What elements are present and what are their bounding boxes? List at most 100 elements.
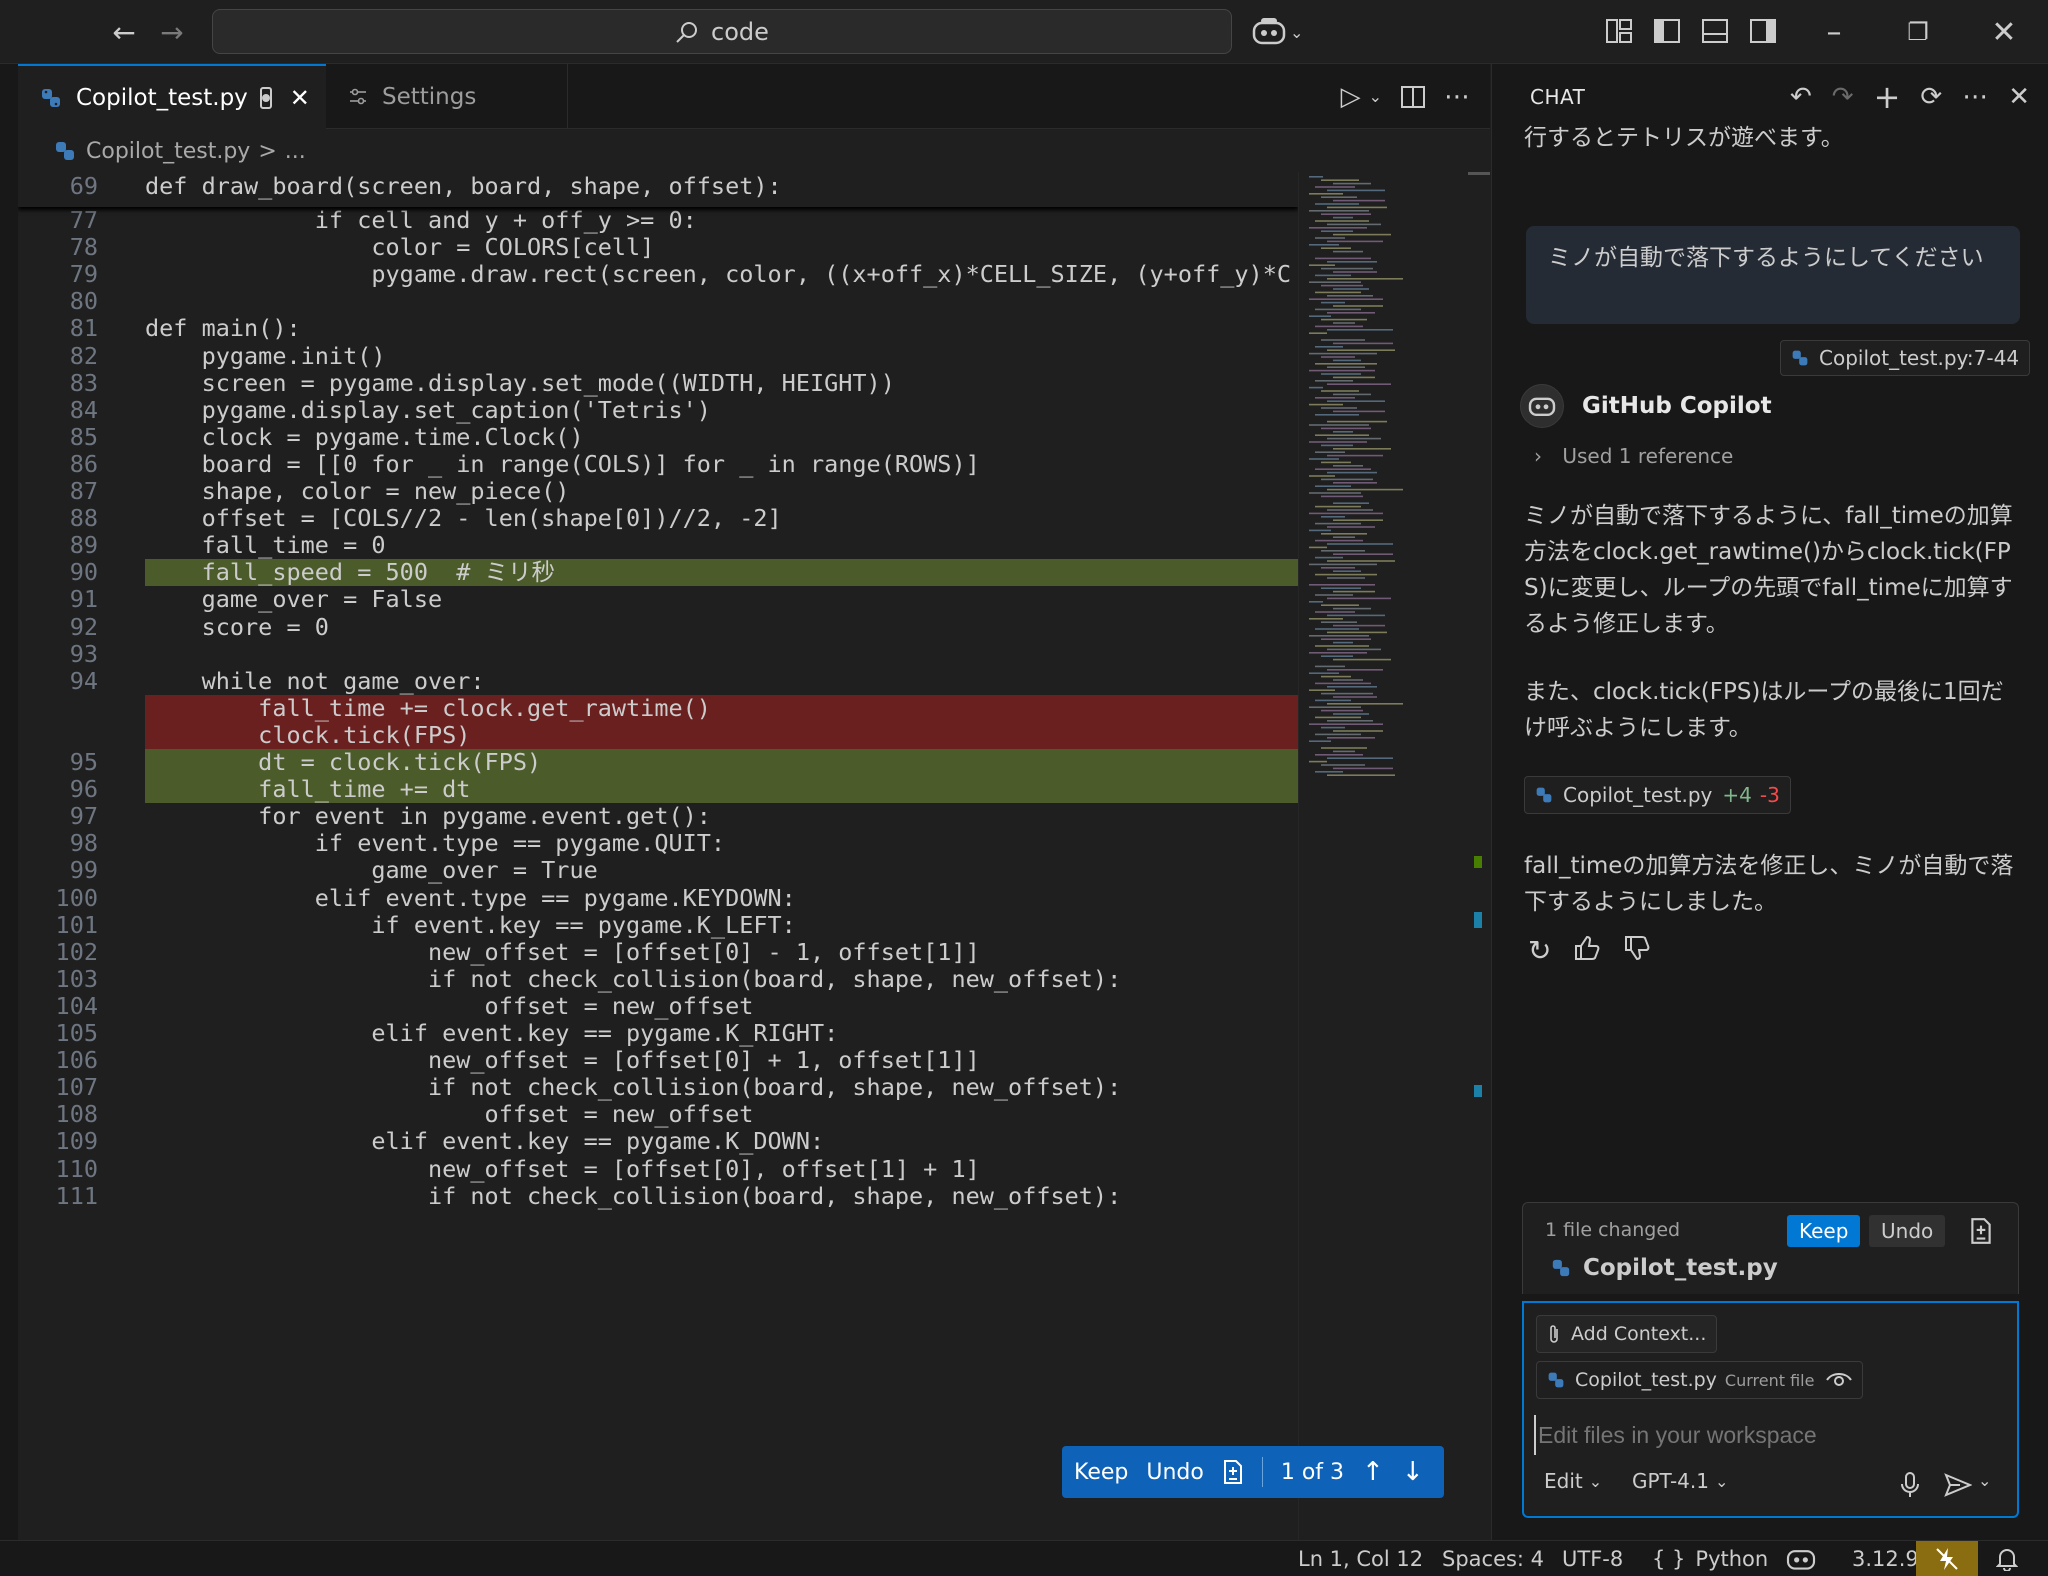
code-line[interactable]: 101 if event.key == pygame.K_LEFT: (18, 911, 1298, 939)
add-context-button[interactable]: Add Context... (1536, 1315, 1718, 1353)
split-editor-icon[interactable] (1400, 84, 1426, 110)
indentation[interactable]: Spaces: 4 (1442, 1541, 1544, 1576)
code-line[interactable]: 106 new_offset = [offset[0] + 1, offset[… (18, 1046, 1298, 1074)
code-line[interactable]: 96 fall_time += dt (18, 775, 1298, 804)
keep-all-button[interactable]: Keep (1787, 1215, 1861, 1247)
code-line[interactable]: 97 for event in pygame.event.get(): (18, 803, 1298, 830)
send-options-chevron-icon[interactable]: ⌄ (1978, 1471, 1991, 1490)
undo-icon[interactable]: ↶ (1790, 82, 1812, 112)
code-line[interactable]: 82 pygame.init() (18, 342, 1298, 370)
more-icon[interactable]: ⋯ (1962, 82, 1988, 112)
current-file-chip[interactable]: Copilot_test.py Current file (1536, 1361, 1864, 1399)
code-line[interactable]: 89 fall_time = 0 (18, 532, 1298, 559)
more-actions-icon[interactable]: ⋯ (1444, 82, 1470, 112)
new-chat-icon[interactable]: + (1874, 78, 1901, 116)
retry-icon[interactable]: ↻ (1528, 934, 1551, 967)
code-line[interactable]: 105 elif event.key == pygame.K_RIGHT: (18, 1019, 1298, 1047)
code-line[interactable]: 84 pygame.display.set_caption('Tetris') (18, 396, 1298, 424)
run-dropdown-icon[interactable]: ⌄ (1369, 87, 1382, 106)
eye-icon[interactable] (1826, 1371, 1853, 1389)
code-line[interactable]: 87 shape, color = new_piece() (18, 477, 1298, 505)
vertical-scrollbar[interactable] (1468, 172, 1490, 1540)
code-line[interactable]: clock.tick(FPS) (18, 721, 1298, 749)
code-line[interactable]: 83 screen = pygame.display.set_mode((WID… (18, 369, 1298, 397)
user-reference-chip[interactable]: Copilot_test.py:7-44 (1780, 340, 2031, 376)
cursor-position[interactable]: Ln 1, Col 12 (1298, 1541, 1423, 1576)
code-line[interactable]: 80 (18, 288, 1298, 315)
thumbs-down-icon[interactable] (1623, 934, 1651, 962)
used-references-toggle[interactable]: › Used 1 reference (1534, 444, 1733, 468)
code-line[interactable]: 81 def main(): (18, 315, 1298, 342)
history-icon[interactable]: ⟳ (1920, 82, 1942, 112)
thumbs-up-icon[interactable] (1573, 934, 1601, 962)
close-tab-icon[interactable]: ✕ (290, 84, 310, 112)
code-line[interactable]: 109 elif event.key == pygame.K_DOWN: (18, 1128, 1298, 1155)
code-line[interactable]: 86 board = [[0 for _ in range(COLS)] for… (18, 450, 1298, 478)
code-line[interactable]: 78 color = COLORS[cell] (18, 233, 1298, 261)
code-line[interactable]: 94 while not game_over: (18, 667, 1298, 695)
code-line[interactable]: 98 if event.type == pygame.QUIT: (18, 830, 1298, 857)
encoding[interactable]: UTF-8 (1562, 1541, 1623, 1576)
code-line[interactable]: 92 score = 0 (18, 613, 1298, 641)
restore-icon[interactable]: ❐ (1900, 14, 1936, 50)
code-line[interactable]: fall_time += clock.get_rawtime() (18, 694, 1298, 722)
code-line[interactable]: 107 if not check_collision(board, shape,… (18, 1074, 1298, 1101)
code-line[interactable]: 110 new_offset = [offset[0], offset[1] +… (18, 1155, 1298, 1183)
open-diff-icon[interactable] (1222, 1459, 1244, 1485)
code-line[interactable]: 88 offset = [COLS//2 - len(shape[0])//2,… (18, 504, 1298, 532)
notifications-bell-icon[interactable] (1996, 1541, 2018, 1576)
forward-arrow-icon[interactable]: → (152, 12, 192, 52)
code-line[interactable]: 85 clock = pygame.time.Clock() (18, 423, 1298, 451)
language-mode[interactable]: { } Python (1652, 1541, 1768, 1576)
code-line[interactable]: 104 offset = new_offset (18, 992, 1298, 1020)
model-picker[interactable]: GPT-4.1 ⌄ (1632, 1469, 1728, 1493)
tab-settings[interactable]: Settings (326, 64, 568, 129)
code-line[interactable]: 99 game_over = True (18, 857, 1298, 884)
mode-picker[interactable]: Edit ⌄ (1544, 1469, 1602, 1493)
code-line[interactable]: 100 elif event.type == pygame.KEYDOWN: (18, 884, 1298, 912)
no-connection-icon[interactable] (1916, 1541, 1978, 1576)
code-editor[interactable]: 69 def draw_board(screen, board, shape, … (18, 172, 1298, 1540)
code-line[interactable]: 108 offset = new_offset (18, 1101, 1298, 1128)
sticky-scroll-line[interactable]: 69 def draw_board(screen, board, shape, … (18, 172, 1298, 207)
send-icon[interactable] (1944, 1473, 1972, 1497)
chat-input[interactable] (1534, 1415, 2004, 1455)
microphone-icon[interactable] (1900, 1471, 1920, 1499)
preview-icon[interactable] (259, 86, 272, 109)
redo-icon[interactable]: ↷ (1832, 82, 1854, 112)
copilot-menu-button[interactable]: ⌄ (1252, 14, 1314, 50)
toggle-panel-icon[interactable] (1700, 16, 1730, 46)
run-icon[interactable]: ▷ (1341, 82, 1361, 112)
previous-change-icon[interactable]: ↑ (1362, 1457, 1384, 1487)
close-window-icon[interactable]: ✕ (1986, 14, 2022, 50)
code-line[interactable]: 77 if cell and y + off_y >= 0: (18, 206, 1298, 234)
code-line[interactable]: 93 (18, 640, 1298, 668)
command-center-search[interactable]: code (212, 9, 1232, 54)
breadcrumb-file[interactable]: Copilot_test.py (86, 139, 250, 164)
code-line[interactable]: 91 game_over = False (18, 586, 1298, 613)
code-line[interactable]: 103 if not check_collision(board, shape,… (18, 965, 1298, 993)
code-line[interactable]: 95 dt = clock.tick(FPS) (18, 748, 1298, 777)
undo-all-button[interactable]: Undo (1869, 1215, 1946, 1247)
back-arrow-icon[interactable]: ← (104, 12, 144, 52)
code-line[interactable]: 111 if not check_collision(board, shape,… (18, 1182, 1298, 1210)
close-chat-icon[interactable]: ✕ (2008, 82, 2030, 112)
copilot-status-icon[interactable] (1786, 1541, 1816, 1576)
changed-file-row[interactable]: Copilot_test.py (1551, 1255, 1778, 1281)
code-line[interactable]: 102 new_offset = [offset[0] - 1, offset[… (18, 938, 1298, 966)
toggle-primary-sidebar-icon[interactable] (1652, 16, 1682, 46)
next-change-icon[interactable]: ↓ (1402, 1457, 1424, 1487)
view-diff-icon[interactable] (1969, 1217, 1993, 1245)
edited-file-chip[interactable]: Copilot_test.py +4 -3 (1524, 776, 1791, 814)
minimap[interactable] (1298, 172, 1468, 1540)
customize-layout-icon[interactable] (1604, 16, 1634, 46)
toggle-secondary-sidebar-icon[interactable] (1748, 16, 1778, 46)
keep-button[interactable]: Keep (1074, 1460, 1128, 1485)
undo-button[interactable]: Undo (1146, 1460, 1203, 1485)
code-line[interactable]: 90 fall_speed = 500 # ミリ秒 (18, 559, 1298, 587)
breadcrumb-symbol[interactable]: ... (285, 139, 306, 164)
python-version[interactable]: 3.12.9 (1852, 1541, 1919, 1576)
tab-copilot-test[interactable]: Copilot_test.py ✕ (18, 64, 326, 129)
minimize-icon[interactable]: – (1816, 14, 1852, 50)
code-line[interactable]: 79 pygame.draw.rect(screen, color, ((x+o… (18, 261, 1298, 288)
